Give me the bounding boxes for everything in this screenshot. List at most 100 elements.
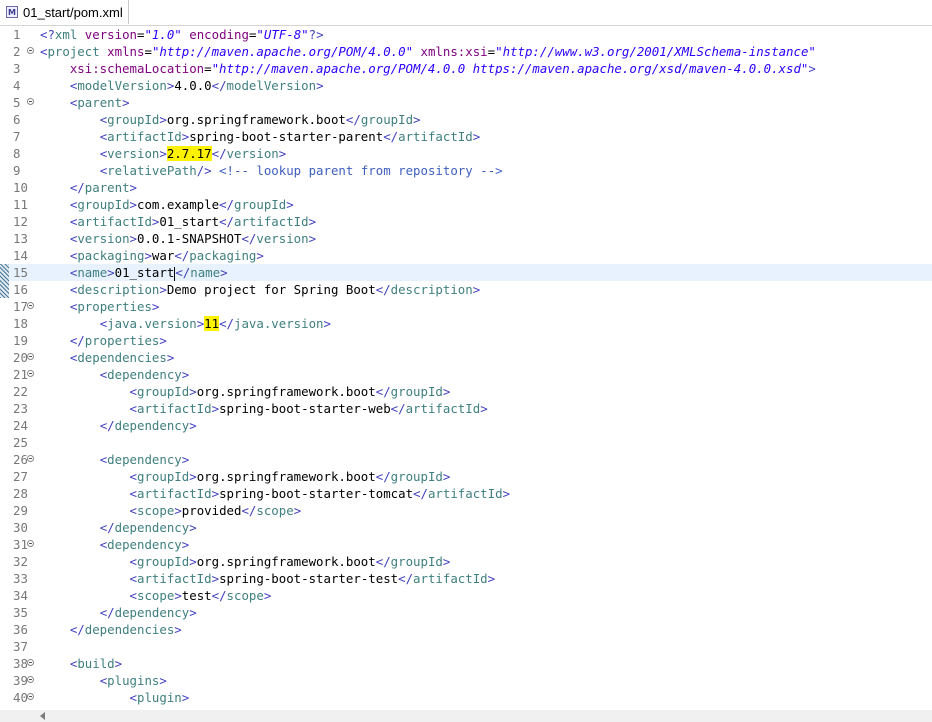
code-text: <version>2.7.17</version> xyxy=(40,145,286,162)
code-line[interactable]: 6 <groupId>org.springframework.boot</gro… xyxy=(0,111,932,128)
code-token: version xyxy=(84,27,137,42)
code-token: > xyxy=(413,112,421,127)
code-token: > xyxy=(114,656,123,671)
code-line[interactable]: 2 <project xmlns="http://maven.apache.org… xyxy=(0,43,932,60)
code-token: > xyxy=(189,554,197,569)
code-line[interactable]: 11 <groupId>com.example</groupId> xyxy=(0,196,932,213)
line-number: 3 xyxy=(13,61,21,76)
code-token: description xyxy=(77,282,160,297)
code-line[interactable]: 37 xyxy=(0,638,932,655)
code-line[interactable]: 12 <artifactId>01_start</artifactId> xyxy=(0,213,932,230)
code-line[interactable]: 19 </properties> xyxy=(0,332,932,349)
code-token: > xyxy=(308,231,317,246)
code-line[interactable]: 28 <artifactId>spring-boot-starter-tomca… xyxy=(0,485,932,502)
code-editor[interactable]: 1 <?xml version="1.0" encoding="UTF-8"?> 2… xyxy=(0,26,932,712)
code-line[interactable]: 39 <plugins> xyxy=(0,672,932,689)
code-token: name xyxy=(77,265,108,280)
line-number: 35 xyxy=(13,605,28,620)
code-token: properties xyxy=(77,299,152,314)
code-line[interactable]: 16 <description>Demo project for Spring … xyxy=(0,281,932,298)
code-token: dependency xyxy=(114,520,190,535)
code-token: artifactId xyxy=(413,571,488,586)
code-line[interactable]: 20 <dependencies> xyxy=(0,349,932,366)
code-line[interactable]: 8 <version>2.7.17</version> xyxy=(0,145,932,162)
code-token: org.springframework.boot xyxy=(196,384,376,399)
code-token: > xyxy=(159,146,167,161)
code-line[interactable]: 38 <build> xyxy=(0,655,932,672)
highlighted-token: 11 xyxy=(204,316,220,331)
line-number: 8 xyxy=(13,146,21,161)
fold-toggle-icon[interactable] xyxy=(27,693,34,700)
code-line[interactable]: 13 <version>0.0.1-SNAPSHOT</version> xyxy=(0,230,932,247)
code-token: dependency xyxy=(107,537,182,552)
code-line[interactable]: 40 <plugin> xyxy=(0,689,932,706)
code-token: "http://maven.apache.org/POM/4.0.0" xyxy=(151,44,414,59)
code-token: project xyxy=(47,44,100,59)
code-line[interactable]: 36 </dependencies> xyxy=(0,621,932,638)
tab-pom-xml[interactable]: M 01_start/pom.xml xyxy=(0,0,129,25)
line-number: 2 xyxy=(13,44,21,59)
code-line[interactable]: 4 <modelVersion>4.0.0</modelVersion> xyxy=(0,77,932,94)
horizontal-scrollbar[interactable] xyxy=(0,710,932,722)
code-token: < xyxy=(129,384,137,399)
fold-toggle-icon[interactable] xyxy=(27,540,34,547)
code-token: > xyxy=(502,486,511,501)
code-text: <dependency> xyxy=(40,536,190,553)
fold-toggle-icon[interactable] xyxy=(27,353,34,360)
code-line[interactable]: 1 <?xml version="1.0" encoding="UTF-8"?> xyxy=(0,26,932,43)
code-token: = xyxy=(487,44,496,59)
code-line[interactable]: 21 <dependency> xyxy=(0,366,932,383)
fold-toggle-icon[interactable] xyxy=(27,98,34,105)
fold-toggle-icon[interactable] xyxy=(27,659,34,666)
code-token: </ xyxy=(375,384,391,399)
code-token: version xyxy=(77,231,130,246)
fold-toggle-icon[interactable] xyxy=(27,455,34,462)
code-line[interactable]: 3 xsi:schemaLocation="http://maven.apach… xyxy=(0,60,932,77)
code-line[interactable]: 7 <artifactId>spring-boot-starter-parent… xyxy=(0,128,932,145)
code-line[interactable]: 23 <artifactId>spring-boot-starter-web</… xyxy=(0,400,932,417)
code-line[interactable]: 15 <name>01_start</name> xyxy=(0,264,932,281)
code-token: > xyxy=(174,503,182,518)
code-line[interactable]: 31 <dependency> xyxy=(0,536,932,553)
scroll-left-arrow-icon[interactable] xyxy=(40,712,45,720)
code-line[interactable]: 25 xyxy=(0,434,932,451)
line-number: 24 xyxy=(13,418,28,433)
code-line[interactable]: 32 <groupId>org.springframework.boot</gr… xyxy=(0,553,932,570)
code-line[interactable]: 9 <relativePath/> <!-- lookup parent fro… xyxy=(0,162,932,179)
fold-toggle-icon[interactable] xyxy=(27,370,34,377)
code-line[interactable]: 10 </parent> xyxy=(0,179,932,196)
code-line[interactable]: 29 <scope>provided</scope> xyxy=(0,502,932,519)
code-line[interactable]: 14 <packaging>war</packaging> xyxy=(0,247,932,264)
code-line[interactable]: 35 </dependency> xyxy=(0,604,932,621)
code-line[interactable]: 18 <java.version>11</java.version> xyxy=(0,315,932,332)
code-token: </ xyxy=(241,231,257,246)
code-line[interactable]: 22 <groupId>org.springframework.boot</gr… xyxy=(0,383,932,400)
code-line[interactable]: 26 <dependency> xyxy=(0,451,932,468)
fold-toggle-icon[interactable] xyxy=(27,47,34,54)
line-number: 9 xyxy=(13,163,21,178)
code-line[interactable]: 5 <parent> xyxy=(0,94,932,111)
fold-toggle-icon[interactable] xyxy=(27,676,34,683)
code-token: </ xyxy=(413,486,428,501)
code-line[interactable]: 33 <artifactId>spring-boot-starter-test<… xyxy=(0,570,932,587)
code-line[interactable]: 27 <groupId>org.springframework.boot</gr… xyxy=(0,468,932,485)
code-line[interactable]: 17 <properties> xyxy=(0,298,932,315)
code-line[interactable]: 34 <scope>test</scope> xyxy=(0,587,932,604)
code-line[interactable]: 30 </dependency> xyxy=(0,519,932,536)
line-number: 23 xyxy=(13,401,28,416)
code-token: > xyxy=(189,384,197,399)
code-token: > xyxy=(323,316,331,331)
code-token: < xyxy=(129,690,137,705)
fold-toggle-icon[interactable] xyxy=(27,302,34,309)
code-text: <groupId>org.springframework.boot</group… xyxy=(40,383,451,400)
code-token: spring-boot-starter-web xyxy=(219,401,391,416)
code-token: modelVersion xyxy=(77,78,167,93)
code-token: > xyxy=(144,248,152,263)
code-text: <?xml version="1.0" encoding="UTF-8"?> xyxy=(40,26,324,43)
code-line[interactable]: 24 </dependency> xyxy=(0,417,932,434)
